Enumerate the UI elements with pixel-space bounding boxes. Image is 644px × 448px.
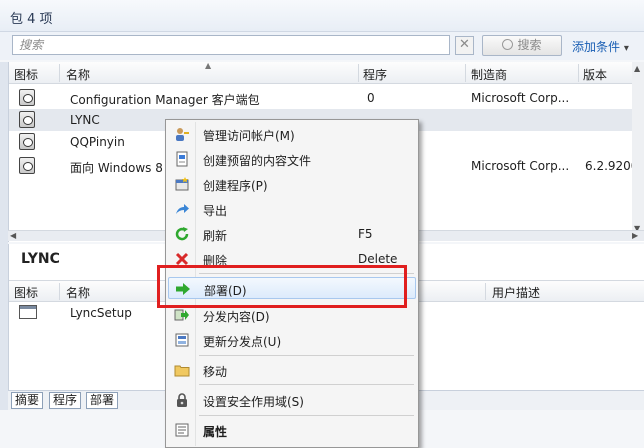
left-edge xyxy=(0,62,8,410)
menu-item-label: 属性 xyxy=(203,425,228,439)
lock-icon xyxy=(177,393,187,407)
search-bar: 搜索 ✕ 搜索 添加条件 ▾ xyxy=(0,32,644,60)
sort-ascending-icon: ▲ xyxy=(205,61,212,70)
package-count-title: 包 4 项 xyxy=(10,12,53,27)
col-header-user-description[interactable]: 用户描述 xyxy=(492,284,540,301)
menu-item-label: 更新分发点(U) xyxy=(203,335,282,349)
menu-item-label: 管理访问帐户(M) xyxy=(203,129,295,143)
update-distribution-icon xyxy=(175,333,189,347)
col-separator[interactable] xyxy=(59,64,60,82)
menu-item-label: 创建预留的内容文件 xyxy=(203,154,312,168)
menu-item-label: 分发内容(D) xyxy=(203,310,270,324)
scroll-left-icon[interactable]: ◀ xyxy=(10,231,16,240)
title-bar: 包 4 项 xyxy=(0,0,644,32)
menu-item-label: 移动 xyxy=(203,365,228,379)
menu-separator xyxy=(199,415,414,416)
menu-item-properties[interactable]: 属性 xyxy=(168,419,416,441)
program-name: LyncSetup xyxy=(70,306,132,320)
col-header-programs[interactable]: 程序 xyxy=(363,66,387,83)
menu-item-create-program[interactable]: 创建程序(P) xyxy=(168,173,416,195)
menu-item-label: 刷新 xyxy=(203,229,228,243)
package-icon xyxy=(19,157,35,174)
menu-item-label: 导出 xyxy=(203,204,228,218)
package-name: Configuration Manager 客户端包 xyxy=(70,93,260,107)
menu-item-manage-access-accounts[interactable]: 管理访问帐户(M) xyxy=(168,123,416,145)
menu-item-move[interactable]: 移动 xyxy=(168,359,416,381)
col-header-icon[interactable]: 图标 xyxy=(14,66,38,83)
menu-item-label: 创建程序(P) xyxy=(203,179,268,193)
document-icon xyxy=(176,151,188,167)
menu-item-shortcut: F5 xyxy=(358,227,373,241)
menu-item-label: 设置安全作用域(S) xyxy=(203,395,304,409)
menu-separator xyxy=(199,384,414,385)
col-header-manufacturer[interactable]: 制造商 xyxy=(471,66,507,83)
user-key-icon xyxy=(176,128,189,141)
col-separator[interactable] xyxy=(358,64,359,82)
search-button-label: 搜索 xyxy=(517,38,542,52)
chevron-down-icon: ▾ xyxy=(623,43,629,54)
add-condition-link[interactable]: 添加条件 ▾ xyxy=(572,38,629,55)
export-arrow-icon xyxy=(176,204,189,214)
col-header-name[interactable]: 名称 xyxy=(66,66,90,83)
package-manufacturer: Microsoft Corp... xyxy=(471,159,570,173)
col-separator[interactable] xyxy=(59,283,60,300)
refresh-icon xyxy=(175,227,189,241)
package-icon xyxy=(19,133,35,150)
package-programs: 0 xyxy=(367,91,375,105)
details-title: LYNC xyxy=(21,251,60,267)
highlight-annotation-box xyxy=(157,265,407,308)
scroll-right-icon[interactable]: ▶ xyxy=(632,231,638,240)
tab-deployments[interactable]: 部署 xyxy=(86,392,119,409)
add-condition-label: 添加条件 xyxy=(572,40,621,54)
program-icon xyxy=(19,305,37,319)
clear-search-button[interactable]: ✕ xyxy=(455,36,474,55)
menu-item-create-prestaged-content[interactable]: 创建预留的内容文件 xyxy=(168,148,416,170)
col-separator[interactable] xyxy=(465,64,466,82)
search-icon xyxy=(502,39,514,50)
menu-item-shortcut: Delete xyxy=(358,252,398,266)
package-name: 面向 Windows 8 xyxy=(70,161,163,175)
new-program-icon xyxy=(175,177,189,191)
folder-move-icon xyxy=(174,365,190,377)
tab-programs[interactable]: 程序 xyxy=(49,392,82,409)
menu-item-export[interactable]: 导出 xyxy=(168,198,416,220)
package-manufacturer: Microsoft Corp... xyxy=(471,91,570,105)
table-row[interactable]: Configuration Manager 客户端包 0 Microsoft C… xyxy=(9,87,637,109)
package-icon xyxy=(19,89,35,106)
col-header-version[interactable]: 版本 xyxy=(583,66,607,83)
package-icon xyxy=(19,111,35,128)
search-input[interactable]: 搜索 xyxy=(12,35,450,55)
properties-icon xyxy=(175,423,189,437)
col-header-icon[interactable]: 图标 xyxy=(14,284,38,301)
col-header-name[interactable]: 名称 xyxy=(66,284,90,301)
grid-header: 图标 名称 ▲ 程序 制造商 版本 xyxy=(9,61,644,84)
search-button[interactable]: 搜索 xyxy=(482,35,562,56)
package-name: QQPinyin xyxy=(70,135,125,149)
vertical-scrollbar[interactable]: ▲ ▼ xyxy=(632,62,644,238)
package-name: LYNC xyxy=(70,113,100,127)
menu-item-set-security-scopes[interactable]: 设置安全作用域(S) xyxy=(168,389,416,411)
tab-summary[interactable]: 摘要 xyxy=(11,392,44,409)
col-separator[interactable] xyxy=(578,64,579,82)
scroll-up-icon[interactable]: ▲ xyxy=(634,64,640,73)
col-separator[interactable] xyxy=(485,283,486,300)
distribute-content-icon xyxy=(174,309,189,321)
menu-separator xyxy=(199,355,414,356)
menu-item-update-distribution-points[interactable]: 更新分发点(U) xyxy=(168,329,416,351)
menu-item-refresh[interactable]: 刷新 F5 xyxy=(168,223,416,245)
